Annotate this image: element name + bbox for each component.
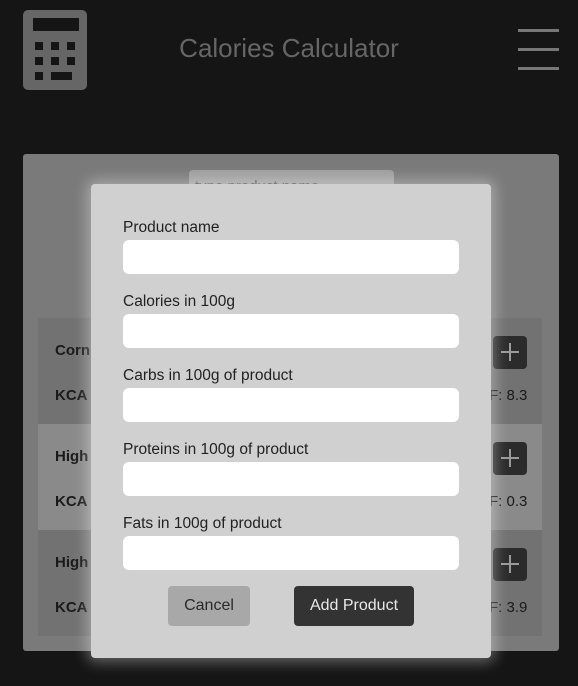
product-name: High (55, 448, 89, 465)
add-product-submit-button[interactable]: Add Product (294, 586, 414, 626)
calories-field[interactable] (123, 314, 459, 348)
app-header: Calories Calculator (0, 0, 578, 110)
calories-label: Calories in 100g (123, 293, 236, 310)
add-product-button[interactable] (493, 336, 527, 369)
product-name: Corn (55, 342, 90, 359)
product-name-field[interactable] (123, 240, 459, 274)
cancel-button[interactable]: Cancel (168, 586, 250, 626)
carbs-field[interactable] (123, 388, 459, 422)
fats-field[interactable] (123, 536, 459, 570)
proteins-label: Proteins in 100g of product (123, 441, 309, 458)
product-kcal: KCA (55, 493, 88, 510)
carbs-label: Carbs in 100g of product (123, 367, 293, 384)
product-kcal: KCA (55, 387, 88, 404)
product-fat: F: 8.3 (489, 387, 528, 404)
fats-label: Fats in 100g of product (123, 515, 282, 532)
product-fat: F: 0.3 (489, 493, 528, 510)
add-product-button[interactable] (493, 548, 527, 581)
product-kcal: KCA (55, 599, 88, 616)
product-name: High (55, 554, 89, 571)
proteins-field[interactable] (123, 462, 459, 496)
add-product-modal: Product name Calories in 100g Carbs in 1… (91, 184, 491, 658)
hamburger-menu-icon[interactable] (518, 29, 559, 71)
add-product-button[interactable] (493, 442, 527, 475)
product-fat: F: 3.9 (489, 599, 528, 616)
app-title: Calories Calculator (179, 33, 399, 63)
product-name-label: Product name (123, 219, 220, 236)
